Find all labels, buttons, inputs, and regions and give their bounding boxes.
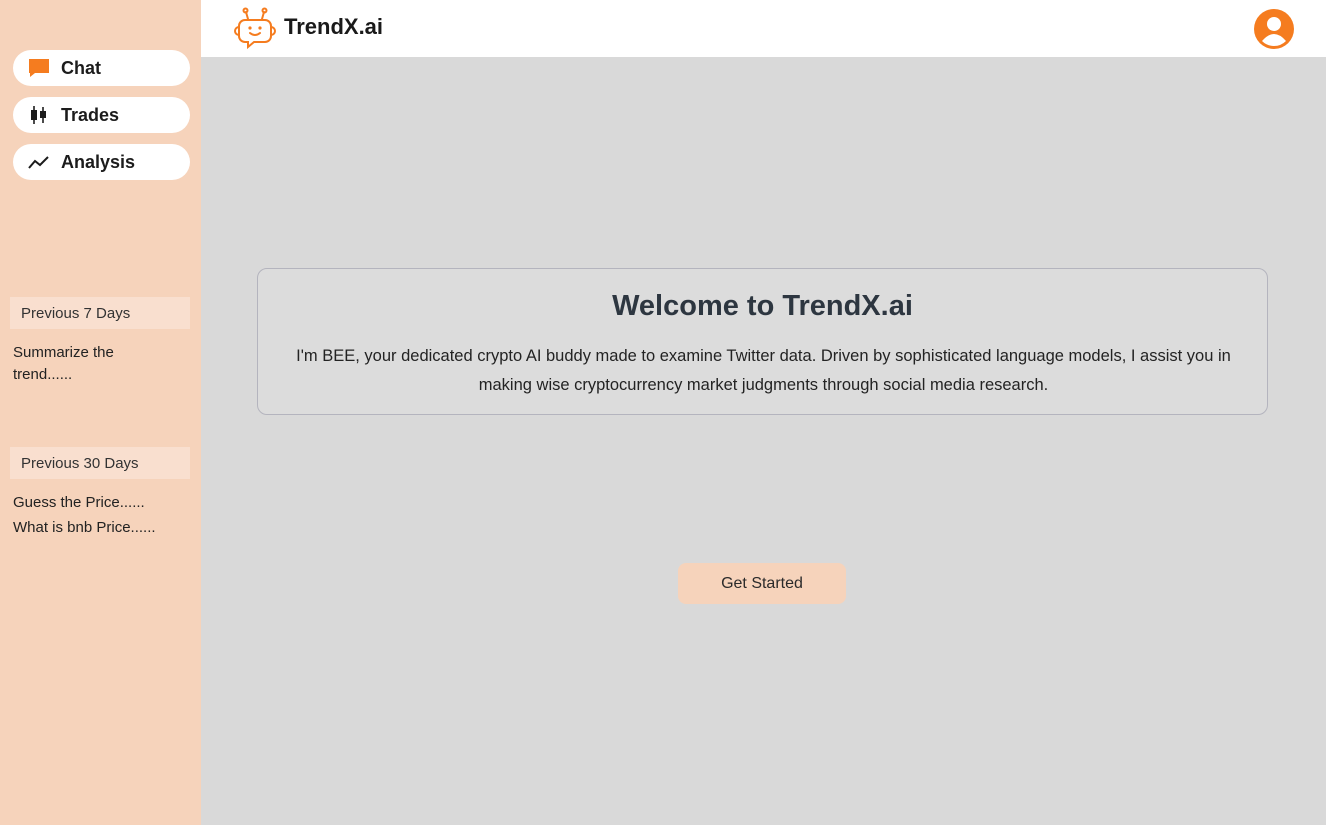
nav-analysis-button[interactable]: Analysis xyxy=(13,144,190,180)
history-item[interactable]: Summarize the trend...... xyxy=(13,342,163,386)
welcome-card: Welcome to TrendX.ai I'm BEE, your dedic… xyxy=(257,268,1268,415)
bee-logo-icon xyxy=(231,6,279,50)
welcome-description: I'm BEE, your dedicated crypto AI buddy … xyxy=(296,347,1231,394)
candlestick-icon xyxy=(25,105,53,125)
user-avatar-icon[interactable] xyxy=(1254,9,1294,49)
top-bar: TrendX.ai xyxy=(201,0,1326,57)
section-header-previous-7-days: Previous 7 Days xyxy=(10,297,190,329)
nav-chat-button[interactable]: Chat xyxy=(13,50,190,86)
brand-name: TrendX.ai xyxy=(284,14,384,39)
welcome-title: Welcome to TrendX.ai xyxy=(612,290,913,322)
history-item[interactable]: Guess the Price...... xyxy=(13,492,193,514)
section-header-previous-30-days: Previous 30 Days xyxy=(10,447,190,479)
trend-line-icon xyxy=(25,154,53,170)
get-started-button[interactable]: Get Started xyxy=(678,563,846,604)
nav-trades-label: Trades xyxy=(61,104,120,125)
sidebar: Chat Trades Analysis Previous 7 Days Sum… xyxy=(0,0,201,825)
nav-trades-button[interactable]: Trades xyxy=(13,97,190,133)
history-item[interactable]: What is bnb Price...... xyxy=(13,517,193,539)
chat-icon xyxy=(25,58,53,78)
app-root: Chat Trades Analysis Previous 7 Days Sum… xyxy=(0,0,1326,825)
nav-analysis-label: Analysis xyxy=(61,151,136,172)
nav-chat-label: Chat xyxy=(61,57,101,78)
